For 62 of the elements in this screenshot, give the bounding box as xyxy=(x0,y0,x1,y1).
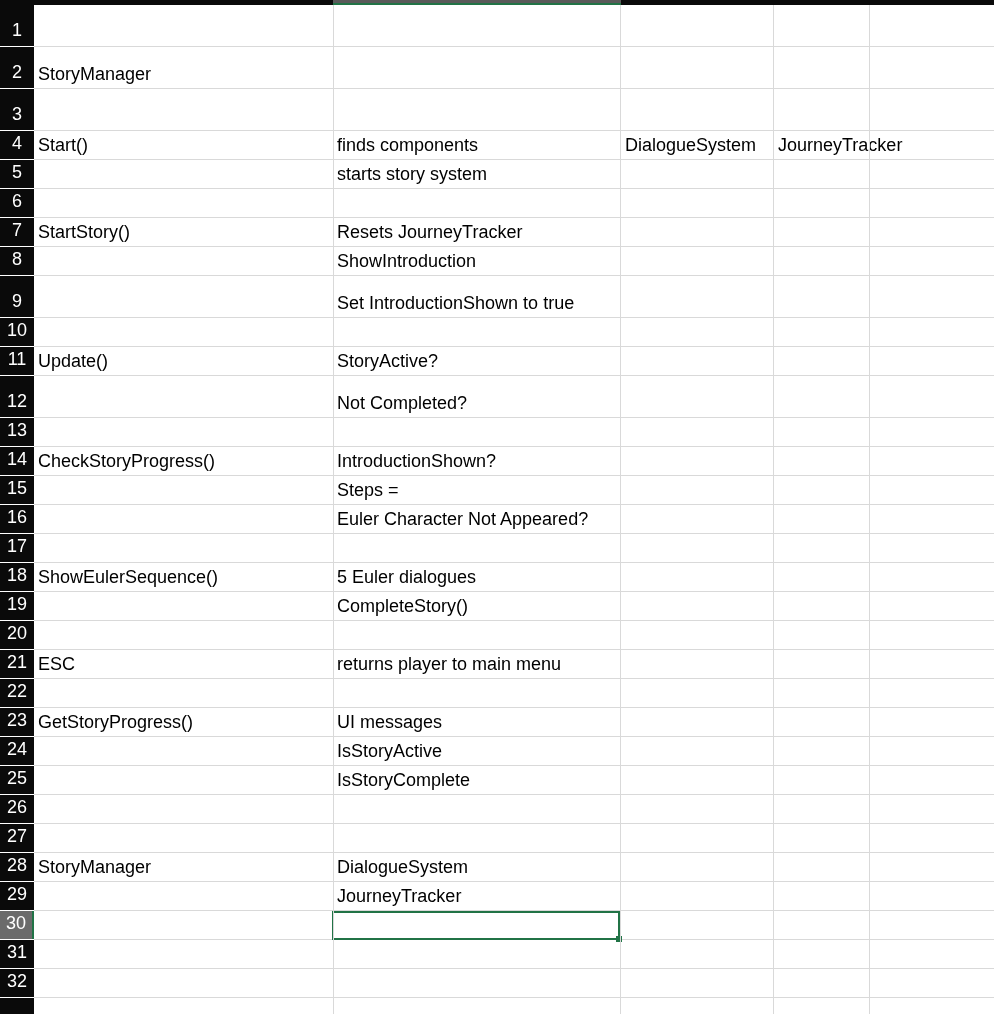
row-header[interactable]: 17 xyxy=(0,534,34,562)
row-header[interactable]: 5 xyxy=(0,160,34,188)
table-cell: ShowIntroduction xyxy=(337,250,477,272)
row-header[interactable]: 28 xyxy=(0,853,34,881)
table-cell: 5 Euler dialogues xyxy=(337,566,477,588)
row-header[interactable]: 13 xyxy=(0,418,34,446)
table-cell: StoryActive? xyxy=(337,350,439,372)
table-cell: IsStoryComplete xyxy=(337,769,471,791)
row-header[interactable]: 16 xyxy=(0,505,34,533)
table-cell: Not Completed? xyxy=(337,392,468,414)
table-cell: StoryManager xyxy=(38,63,152,85)
table-cell: CompleteStory() xyxy=(337,595,469,617)
table-cell: Euler Character Not Appeared? xyxy=(337,508,589,530)
table-cell: CheckStoryProgress() xyxy=(38,450,216,472)
table-cell: StoryManager xyxy=(38,856,152,878)
row-header[interactable]: 22 xyxy=(0,679,34,707)
row-header[interactable]: 19 xyxy=(0,592,34,620)
table-cell: DialogueSystem xyxy=(337,856,469,878)
row-header[interactable]: 25 xyxy=(0,766,34,794)
row-header[interactable]: 23 xyxy=(0,708,34,736)
row-header[interactable]: 9 xyxy=(0,276,34,317)
row-header[interactable]: 15 xyxy=(0,476,34,504)
row-header[interactable]: 3 xyxy=(0,89,34,130)
row-header[interactable]: 1 xyxy=(0,5,34,46)
table-cell: ShowEulerSequence() xyxy=(38,566,219,588)
row-header[interactable]: 20 xyxy=(0,621,34,649)
row-header[interactable]: 2 xyxy=(0,47,34,88)
row-header[interactable]: 14 xyxy=(0,447,34,475)
row-header[interactable]: 26 xyxy=(0,795,34,823)
table-cell: Update() xyxy=(38,350,109,372)
row-header[interactable]: 21 xyxy=(0,650,34,678)
row-header[interactable]: 32 xyxy=(0,969,34,997)
table-cell: Resets JourneyTracker xyxy=(337,221,523,243)
table-cell: Start() xyxy=(38,134,88,156)
table-cell: finds components xyxy=(337,134,479,156)
row-header[interactable]: 24 xyxy=(0,737,34,765)
row-header[interactable]: 27 xyxy=(0,824,34,852)
row-header[interactable]: 8 xyxy=(0,247,34,275)
table-cell: StartStory() xyxy=(38,221,130,243)
table-cell: GetStoryProgress() xyxy=(38,711,194,733)
table-cell: starts story system xyxy=(337,163,488,185)
table-cell: UI messages xyxy=(337,711,443,733)
table-cell: JourneyTracker xyxy=(337,885,462,907)
table-cell: JourneyTracker xyxy=(778,134,903,156)
row-header[interactable]: 12 xyxy=(0,376,34,417)
active-cell[interactable] xyxy=(332,911,620,940)
table-cell: ESC xyxy=(38,653,75,675)
row-header[interactable]: 18 xyxy=(0,563,34,591)
table-cell: Steps = xyxy=(337,479,399,501)
row-header[interactable]: 7 xyxy=(0,218,34,246)
row-header[interactable]: 31 xyxy=(0,940,34,968)
row-header[interactable]: 29 xyxy=(0,882,34,910)
row-header[interactable]: 30 xyxy=(0,911,34,939)
row-header[interactable]: 4 xyxy=(0,131,34,159)
table-cell: Set IntroductionShown to true xyxy=(337,292,575,314)
row-header[interactable]: 6 xyxy=(0,189,34,217)
table-cell: IntroductionShown? xyxy=(337,450,497,472)
table-cell: IsStoryActive xyxy=(337,740,443,762)
row-header[interactable]: 10 xyxy=(0,318,34,346)
row-header[interactable]: 11 xyxy=(0,347,34,375)
table-cell: DialogueSystem xyxy=(625,134,757,156)
table-cell: returns player to main menu xyxy=(337,653,562,675)
